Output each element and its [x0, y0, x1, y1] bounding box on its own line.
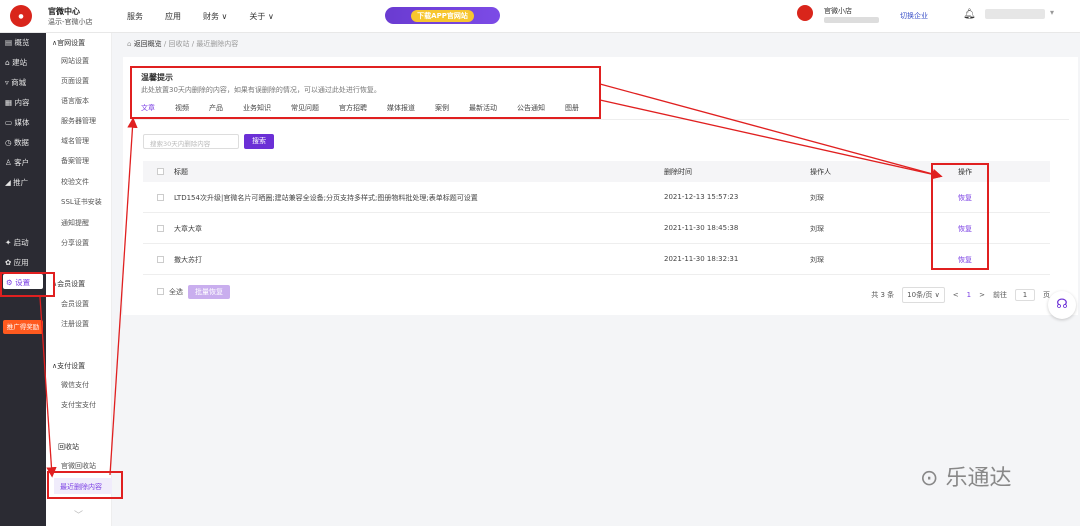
- arrow-to-actions-2: [599, 99, 943, 180]
- arrow-to-tip: [109, 117, 138, 476]
- annotation-arrows: [39, 83, 943, 478]
- watermark: ⊙ 乐通达: [920, 466, 1012, 491]
- arrow-to-actions-1: [599, 83, 943, 179]
- support-icon[interactable]: ☊: [1048, 291, 1076, 319]
- arrow-to-recent: [39, 296, 57, 478]
- watermark-text: 乐通达: [945, 466, 1012, 491]
